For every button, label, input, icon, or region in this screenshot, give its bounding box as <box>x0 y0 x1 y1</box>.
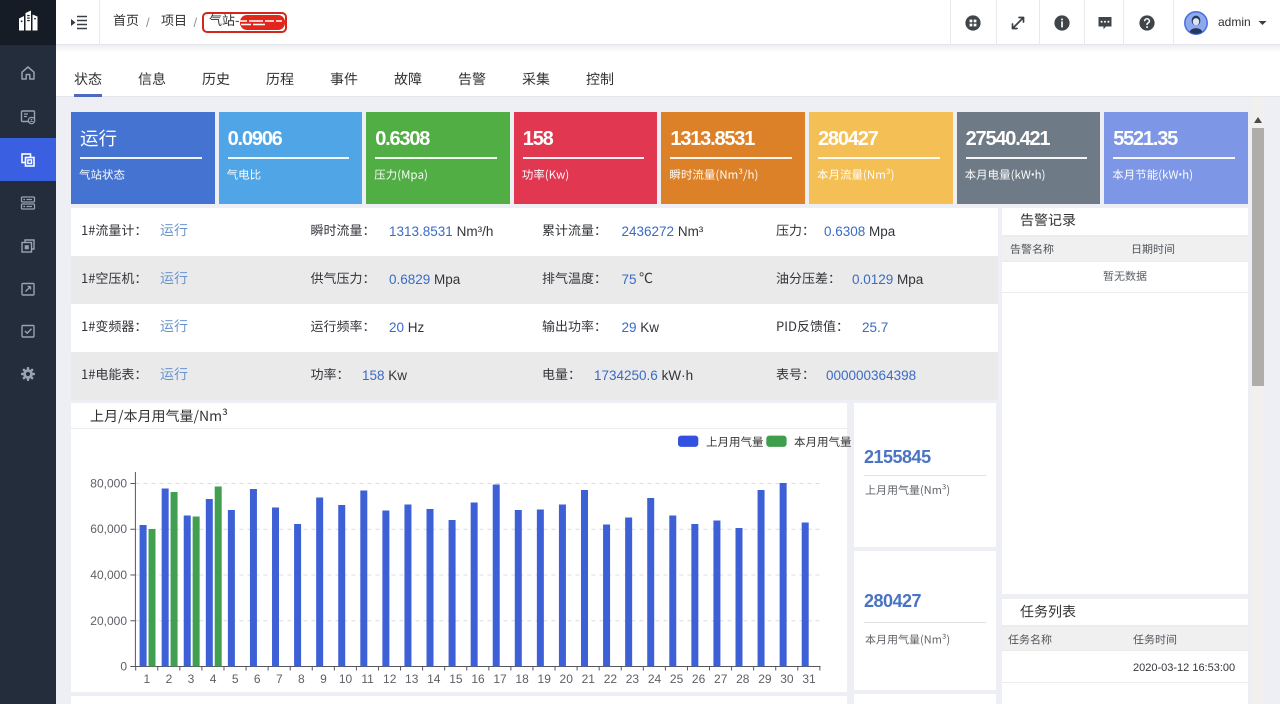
svg-text:21: 21 <box>582 672 596 686</box>
svg-text:16: 16 <box>471 672 485 686</box>
svg-text:0: 0 <box>120 660 127 674</box>
svg-text:5: 5 <box>232 672 239 686</box>
svg-text:4: 4 <box>210 672 217 686</box>
svg-text:1: 1 <box>144 672 151 686</box>
svg-text:27: 27 <box>714 672 728 686</box>
svg-text:25: 25 <box>670 672 684 686</box>
svg-text:9: 9 <box>320 672 327 686</box>
svg-text:60,000: 60,000 <box>90 522 127 536</box>
svg-text:8: 8 <box>298 672 305 686</box>
svg-text:26: 26 <box>692 672 706 686</box>
svg-text:11: 11 <box>361 672 374 686</box>
svg-text:23: 23 <box>626 672 640 686</box>
svg-text:20,000: 20,000 <box>90 614 127 628</box>
svg-text:19: 19 <box>538 672 552 686</box>
svg-text:13: 13 <box>405 672 419 686</box>
svg-text:22: 22 <box>604 672 618 686</box>
svg-text:28: 28 <box>736 672 750 686</box>
svg-text:40,000: 40,000 <box>90 568 127 582</box>
svg-text:18: 18 <box>515 672 529 686</box>
svg-text:17: 17 <box>493 672 507 686</box>
svg-text:20: 20 <box>560 672 574 686</box>
svg-text:7: 7 <box>276 672 283 686</box>
svg-text:30: 30 <box>780 672 794 686</box>
svg-text:14: 14 <box>427 672 441 686</box>
svg-text:12: 12 <box>383 672 397 686</box>
svg-text:3: 3 <box>188 672 195 686</box>
svg-text:29: 29 <box>758 672 772 686</box>
svg-text:24: 24 <box>648 672 662 686</box>
svg-text:31: 31 <box>802 672 816 686</box>
svg-text:2: 2 <box>166 672 173 686</box>
svg-text:10: 10 <box>339 672 353 686</box>
svg-text:15: 15 <box>449 672 463 686</box>
svg-text:80,000: 80,000 <box>90 477 127 491</box>
svg-text:6: 6 <box>254 672 261 686</box>
